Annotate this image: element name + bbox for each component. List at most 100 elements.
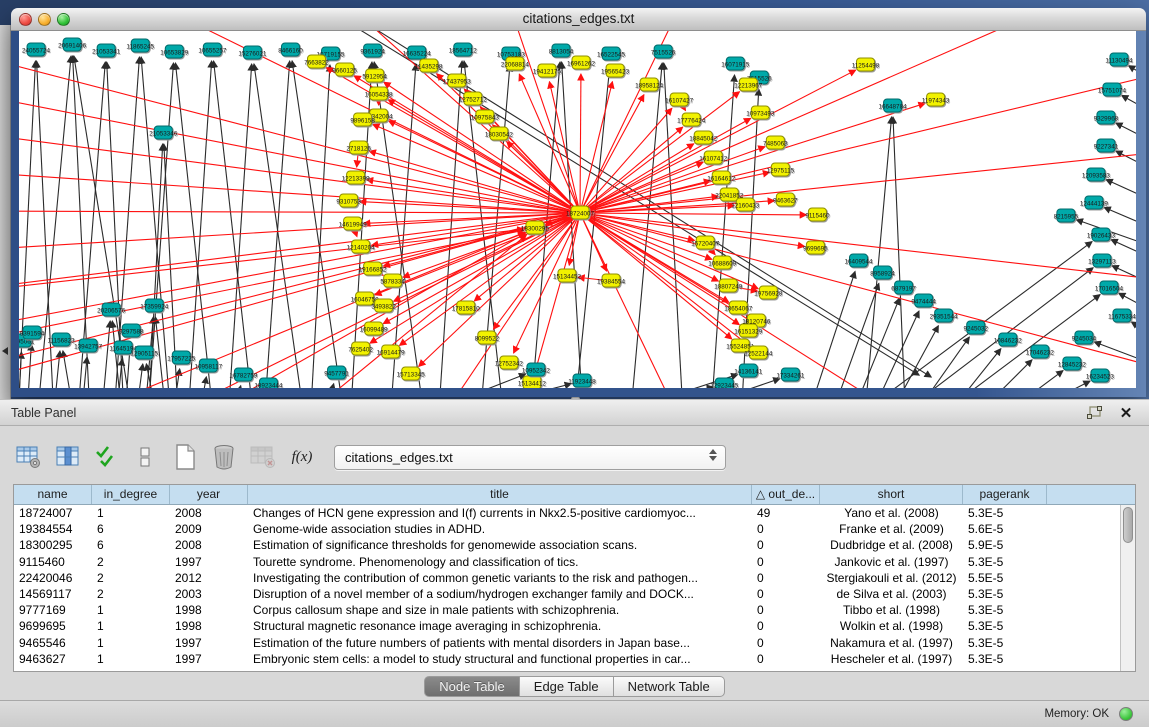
graph-node[interactable]: 9361924 xyxy=(360,44,385,57)
graph-node[interactable]: 18564712 xyxy=(449,43,478,56)
graph-edge[interactable] xyxy=(961,349,1001,388)
graph-node[interactable]: 12093583 xyxy=(1082,168,1111,181)
scrollbar-thumb[interactable] xyxy=(1123,507,1133,543)
graph-node[interactable]: 11675334 xyxy=(1108,309,1136,322)
graph-edge[interactable] xyxy=(813,271,855,388)
tab-edge-table[interactable]: Edge Table xyxy=(520,676,614,697)
graph-node[interactable]: 15134412 xyxy=(518,376,547,388)
graph-node[interactable]: 15134452 xyxy=(553,269,582,282)
graph-node[interactable]: 16164612 xyxy=(707,171,736,184)
graph-node[interactable]: 10846232 xyxy=(994,333,1023,346)
graph-node[interactable]: 9329968 xyxy=(1094,111,1119,124)
graph-node[interactable]: 11156823 xyxy=(48,333,76,346)
graph-edge[interactable] xyxy=(879,311,919,388)
table-row[interactable]: 911546021997Tourette syndrome. Phenomeno… xyxy=(14,554,1120,570)
graph-edge[interactable] xyxy=(229,64,251,388)
close-panel-icon[interactable]: ✕ xyxy=(1117,404,1135,422)
column-header-year[interactable]: year xyxy=(170,485,248,504)
graph-node[interactable]: 11923448 xyxy=(568,374,596,387)
panel-collapse-arrow[interactable] xyxy=(2,347,8,355)
graph-node[interactable]: 8466160 xyxy=(278,43,303,56)
graph-node[interactable]: 17016504 xyxy=(1095,281,1124,294)
float-panel-icon[interactable] xyxy=(1085,404,1103,422)
graph-node[interactable]: 10653829 xyxy=(160,45,189,58)
graph-node[interactable]: 19026433 xyxy=(1087,228,1116,241)
graph-node[interactable]: 10688609 xyxy=(708,256,737,269)
window-titlebar[interactable]: citations_edges.txt xyxy=(11,8,1146,31)
graph-edge[interactable] xyxy=(1106,180,1136,209)
graph-edge[interactable] xyxy=(138,364,143,388)
graph-edge[interactable] xyxy=(55,351,60,388)
graph-edge[interactable] xyxy=(141,57,169,388)
graph-node[interactable]: 15720407 xyxy=(691,236,720,249)
graph-edge[interactable] xyxy=(19,211,580,213)
graph-node[interactable]: 5878334 xyxy=(380,274,405,287)
table-row[interactable]: 946362711997Embryonic stem cells: a mode… xyxy=(14,651,1120,667)
graph-node[interactable]: 17437953 xyxy=(443,74,472,87)
graph-edge[interactable] xyxy=(580,213,675,388)
graph-node[interactable]: 16961262 xyxy=(567,56,596,69)
graph-edge[interactable] xyxy=(1128,66,1136,91)
graph-edge[interactable] xyxy=(580,74,581,213)
column-header-title[interactable]: title xyxy=(248,485,752,504)
graph-node[interactable]: 8099522 xyxy=(475,331,500,344)
graph-node[interactable]: 12923445 xyxy=(710,378,739,388)
graph-node[interactable]: 29351544 xyxy=(930,309,959,322)
graph-node[interactable]: 16107427 xyxy=(665,93,694,106)
function-builder-button[interactable]: f(x) xyxy=(287,442,317,472)
tab-node-table[interactable]: Node Table xyxy=(424,676,520,697)
table-row[interactable]: 977716911998Corpus callosum shape and si… xyxy=(14,602,1120,618)
graph-edge[interactable] xyxy=(115,57,139,388)
graph-edge[interactable] xyxy=(330,384,334,388)
graph-node[interactable]: 11974343 xyxy=(922,93,950,106)
graph-edge[interactable] xyxy=(214,61,252,388)
graph-node[interactable]: 12213399 xyxy=(342,171,371,184)
graph-node[interactable]: 10958117 xyxy=(195,359,223,372)
graph-edge[interactable] xyxy=(993,360,1032,388)
graph-node[interactable]: 9227341 xyxy=(1094,139,1119,152)
graph-node[interactable]: 19565423 xyxy=(601,64,630,77)
graph-node[interactable]: 8958924 xyxy=(870,266,895,279)
select-all-button[interactable] xyxy=(92,442,122,472)
graph-node[interactable]: 16054338 xyxy=(365,87,394,100)
graph-edge[interactable] xyxy=(580,213,1136,280)
graph-edge[interactable] xyxy=(1122,95,1136,123)
graph-node[interactable]: 14136141 xyxy=(734,364,763,377)
graph-node[interactable]: 19384554 xyxy=(597,274,626,287)
graph-edge[interactable] xyxy=(580,206,734,213)
graph-node[interactable]: 10952342 xyxy=(522,363,551,376)
table-row[interactable]: 1456911722003Disruption of a novel membe… xyxy=(14,586,1120,602)
graph-node[interactable]: 16409544 xyxy=(844,254,873,267)
graph-node[interactable]: 9474444 xyxy=(911,294,936,307)
graph-node[interactable]: 9699695 xyxy=(803,241,828,254)
graph-node[interactable]: 21053341 xyxy=(92,44,121,57)
graph-node[interactable]: 18923444 xyxy=(254,378,283,388)
table-row[interactable]: 946554611997Estimation of the future num… xyxy=(14,635,1120,651)
graph-edge[interactable] xyxy=(1131,322,1136,347)
graph-node[interactable]: 16099489 xyxy=(360,322,389,335)
graph-node[interactable]: 3493822 xyxy=(371,299,396,312)
table-row[interactable]: 1872400712008Changes of HCN gene express… xyxy=(14,505,1120,521)
graph-edge[interactable] xyxy=(312,65,330,388)
graph-edge[interactable] xyxy=(292,61,341,388)
graph-node[interactable]: 15751074 xyxy=(1098,83,1127,96)
graph-edge[interactable] xyxy=(549,82,580,213)
graph-node[interactable]: 13297113 xyxy=(1088,254,1116,267)
graph-node[interactable]: 17334261 xyxy=(776,368,805,381)
graph-node[interactable]: 21053346 xyxy=(149,126,178,139)
graph-edge[interactable] xyxy=(580,31,1031,213)
table-row[interactable]: 1938455462009Genome-wide association stu… xyxy=(14,521,1120,537)
graph-node[interactable]: 10973493 xyxy=(746,106,775,119)
graph-node[interactable]: 8813054 xyxy=(549,44,574,57)
graph-edge[interactable] xyxy=(926,337,970,388)
graph-node[interactable]: 8215955 xyxy=(1054,209,1079,222)
graph-node[interactable]: 11254498 xyxy=(852,58,880,71)
graph-node[interactable]: 16107412 xyxy=(699,151,728,164)
graph-node[interactable]: 9297588 xyxy=(119,324,144,337)
graph-node[interactable]: 18958124 xyxy=(635,78,664,91)
graph-node[interactable]: 11130494 xyxy=(1105,53,1133,66)
graph-edge[interactable] xyxy=(83,357,87,388)
column-header-pagerank[interactable]: pagerank xyxy=(963,485,1047,504)
graph-node[interactable]: 11435298 xyxy=(415,59,443,72)
graph-node[interactable]: 17359924 xyxy=(140,299,169,312)
